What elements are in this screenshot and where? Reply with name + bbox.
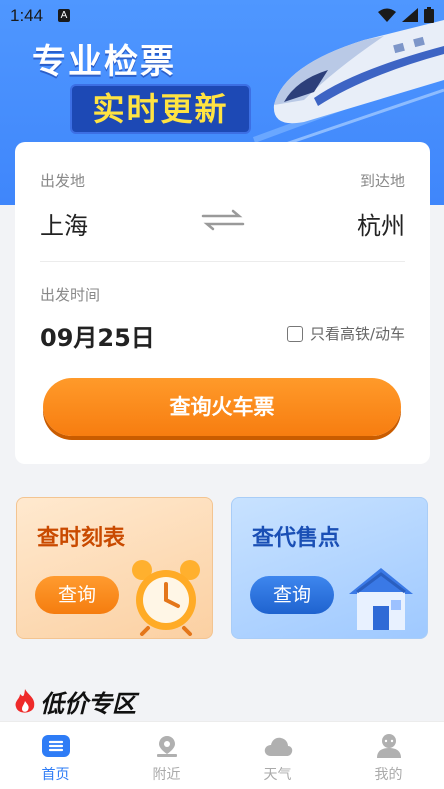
tab-mine-label: 我的 [374,767,403,783]
from-city[interactable]: 上海 [40,206,88,241]
ticket-agency-query-button[interactable]: 查询 [250,576,334,614]
from-label: 出发地 [40,172,86,190]
flame-icon [15,688,35,713]
low-price-title: 低价专区 [40,690,136,718]
house-icon [349,568,413,630]
timetable-title: 查时刻表 [37,526,126,551]
tab-home[interactable]: 首页 [0,722,111,789]
highspeed-only-checkbox[interactable] [286,325,303,342]
low-price-section-header: 低价专区 [14,684,136,719]
search-train-tickets-button[interactable]: 查询火车票 [43,378,401,436]
profile-icon [374,732,404,760]
tab-weather-label: 天气 [263,767,292,783]
notification-icon: A [58,9,70,22]
date-label: 出发时间 [40,286,101,304]
banner-subtitle: 实时更新 [92,90,229,128]
banner-subtitle-box: 实时更新 [70,84,251,134]
status-time: 1:44 [10,6,44,25]
alarm-clock-icon [132,560,200,636]
tab-home-label: 首页 [41,767,70,783]
status-bar: 1:44 A [0,0,444,32]
tab-nearby-label: 附近 [152,767,181,783]
to-label: 到达地 [359,172,405,190]
timetable-card[interactable]: 查时刻表 查询 [16,497,213,639]
tab-weather[interactable]: 天气 [222,722,333,789]
location-icon [152,732,182,760]
card-divider [40,261,405,262]
to-city[interactable]: 杭州 [357,206,405,241]
status-icons [378,7,434,23]
signal-icon [402,8,418,22]
highspeed-only-option[interactable]: 只看高铁/动车 [286,323,405,344]
tab-nearby[interactable]: 附近 [111,722,222,789]
highspeed-only-label: 只看高铁/动车 [309,325,405,343]
timetable-query-button[interactable]: 查询 [35,576,119,614]
departure-date[interactable]: 09月25日 [40,318,155,353]
cloud-icon [263,732,293,760]
ticket-agency-card[interactable]: 查代售点 查询 [231,497,428,639]
home-icon [41,732,71,760]
wifi-icon [378,8,396,22]
banner-title: 专业检票 [32,42,176,82]
train-search-card: 出发地 到达地 上海 杭州 出发时间 09月25日 只看高铁/动车 查询火车票 [15,142,430,464]
ticket-agency-title: 查代售点 [252,526,341,551]
tab-mine[interactable]: 我的 [333,722,444,789]
swap-cities-icon[interactable] [199,208,247,232]
battery-icon [424,7,434,23]
bottom-tab-bar: 首页 附近 天气 我的 [0,721,444,789]
